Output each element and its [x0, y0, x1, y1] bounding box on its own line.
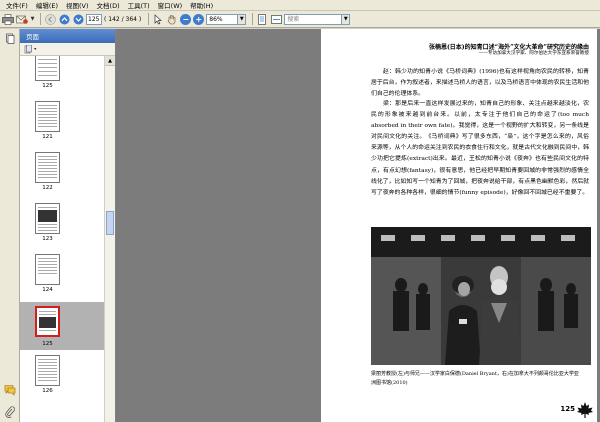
- body-paragraph: 赵：韩少功的知青小说《马桥词典》(1996)也有这样视角向农民的转移，知青居于后…: [371, 69, 589, 98]
- hand-icon: [167, 14, 176, 24]
- menu-edit[interactable]: 编辑(E): [32, 0, 62, 10]
- search-input[interactable]: 搜索: [284, 13, 343, 25]
- fit-width-button[interactable]: [270, 13, 282, 26]
- thumbnail-label: 124: [42, 287, 53, 293]
- thumbnail-page[interactable]: 126: [20, 355, 104, 397]
- sidebar-header: 页面: [20, 29, 115, 43]
- page-number: 125: [560, 405, 575, 413]
- select-tool-button[interactable]: [152, 13, 164, 26]
- scroll-up-arrow[interactable]: ▲: [105, 56, 115, 66]
- thumbnail-label: 123: [42, 236, 53, 242]
- next-page-button[interactable]: [72, 13, 84, 26]
- thumbnail-page-selected[interactable]: 125: [20, 302, 104, 350]
- thumbnail-label: 125: [42, 341, 53, 347]
- fit-page-icon: [258, 13, 267, 25]
- sidebar-title: 页面: [26, 33, 39, 41]
- fit-page-button[interactable]: [256, 13, 268, 26]
- menu-view[interactable]: 视图(V): [62, 0, 93, 10]
- comments-panel-icon[interactable]: [4, 384, 16, 396]
- document-page: 张楠恩(日本)的知青口述“海外”文化大革命”研究历史的缘由 ——专访加拿大汉学家…: [321, 29, 597, 422]
- thumbnails-scrollbar[interactable]: ▲: [104, 56, 115, 422]
- thumbnail-page[interactable]: 124: [20, 254, 104, 296]
- thumbnail-label: 125: [42, 83, 53, 89]
- printer-icon: [2, 13, 14, 25]
- thumbnail-image: [35, 306, 60, 337]
- photo-caption: 梁丽芳教授(左)与师兄——汉学家白保德(Daniel Bryant，右)在加拿大…: [371, 371, 579, 386]
- toolbar: ▼ 125 ( 142 / 364 ) − + 86% ▼ 搜索 ▼: [0, 11, 600, 28]
- search-dropdown[interactable]: ▼: [342, 13, 351, 25]
- thumbnail-page[interactable]: 121: [20, 101, 104, 143]
- page-number-input[interactable]: 125: [86, 13, 102, 25]
- toolbar-separator: [252, 13, 254, 25]
- attachments-panel-icon[interactable]: [4, 406, 16, 418]
- toolbar-separator: [40, 13, 41, 25]
- thumbnail-image: [35, 56, 60, 81]
- toolbar-separator: [148, 13, 150, 25]
- menu-bar: 文件(F) 编辑(E) 视图(V) 文档(D) 工具(T) 窗口(W) 帮助(H…: [0, 0, 600, 11]
- thumbnail-label: 126: [42, 388, 53, 394]
- thumbnail-image: [35, 355, 60, 386]
- email-button[interactable]: [16, 13, 28, 26]
- envelope-icon: [16, 15, 28, 24]
- menu-file[interactable]: 文件(F): [2, 0, 32, 10]
- document-photo: [371, 227, 591, 365]
- hand-tool-button[interactable]: [166, 13, 178, 26]
- page-total-label: ( 142 / 364 ): [104, 15, 142, 23]
- thumbnail-image: [35, 101, 60, 132]
- thumbnail-label: 121: [42, 134, 53, 140]
- zoom-level-input[interactable]: 86%: [206, 13, 239, 25]
- scrollbar-thumb[interactable]: [106, 211, 114, 235]
- cursor-icon: [154, 13, 163, 24]
- thumbnail-image: [35, 254, 60, 285]
- fit-width-icon: [270, 14, 282, 24]
- thumbnail-image: [35, 152, 60, 183]
- menu-help[interactable]: 帮助(H): [186, 0, 217, 10]
- thumbnails-list: 125 121 122 123 124 125 126 ▲: [20, 56, 115, 422]
- navigation-panel-strip: [0, 29, 20, 422]
- back-arrow-icon: [44, 13, 56, 25]
- email-dropdown[interactable]: ▼: [30, 13, 35, 26]
- down-arrow-icon: [73, 14, 83, 24]
- menu-tools[interactable]: 工具(T): [124, 0, 154, 10]
- sidebar-tools: [20, 43, 115, 56]
- print-button[interactable]: [2, 13, 14, 26]
- menu-window[interactable]: 窗口(W): [154, 0, 187, 10]
- thumbnail-label: 122: [42, 185, 53, 191]
- back-button[interactable]: [44, 13, 56, 26]
- thumbnail-page[interactable]: 122: [20, 152, 104, 194]
- up-arrow-icon: [59, 14, 69, 24]
- previous-page-button[interactable]: [58, 13, 70, 26]
- zoom-in-button[interactable]: +: [193, 13, 205, 25]
- maple-leaf-icon: [577, 402, 593, 418]
- running-subhead: ——专访加拿大汉学家、阿尔伯达大学东亚系荣誉教授: [478, 51, 589, 56]
- options-icon[interactable]: [24, 44, 38, 54]
- document-viewer[interactable]: 张楠恩(日本)的知青口述“海外”文化大革命”研究历史的缘由 ——专访加拿大汉学家…: [116, 29, 600, 422]
- pages-panel-icon[interactable]: [4, 33, 16, 45]
- thumbnail-page[interactable]: 125: [20, 56, 104, 92]
- thumbnail-page[interactable]: 123: [20, 203, 104, 245]
- thumbnail-image: [35, 203, 60, 234]
- menu-document[interactable]: 文档(D): [93, 0, 124, 10]
- pages-sidebar: 页面 125 121 122 123 124 125 126 ▲: [20, 29, 116, 422]
- zoom-dropdown[interactable]: ▼: [238, 13, 247, 25]
- zoom-out-button[interactable]: −: [180, 13, 192, 25]
